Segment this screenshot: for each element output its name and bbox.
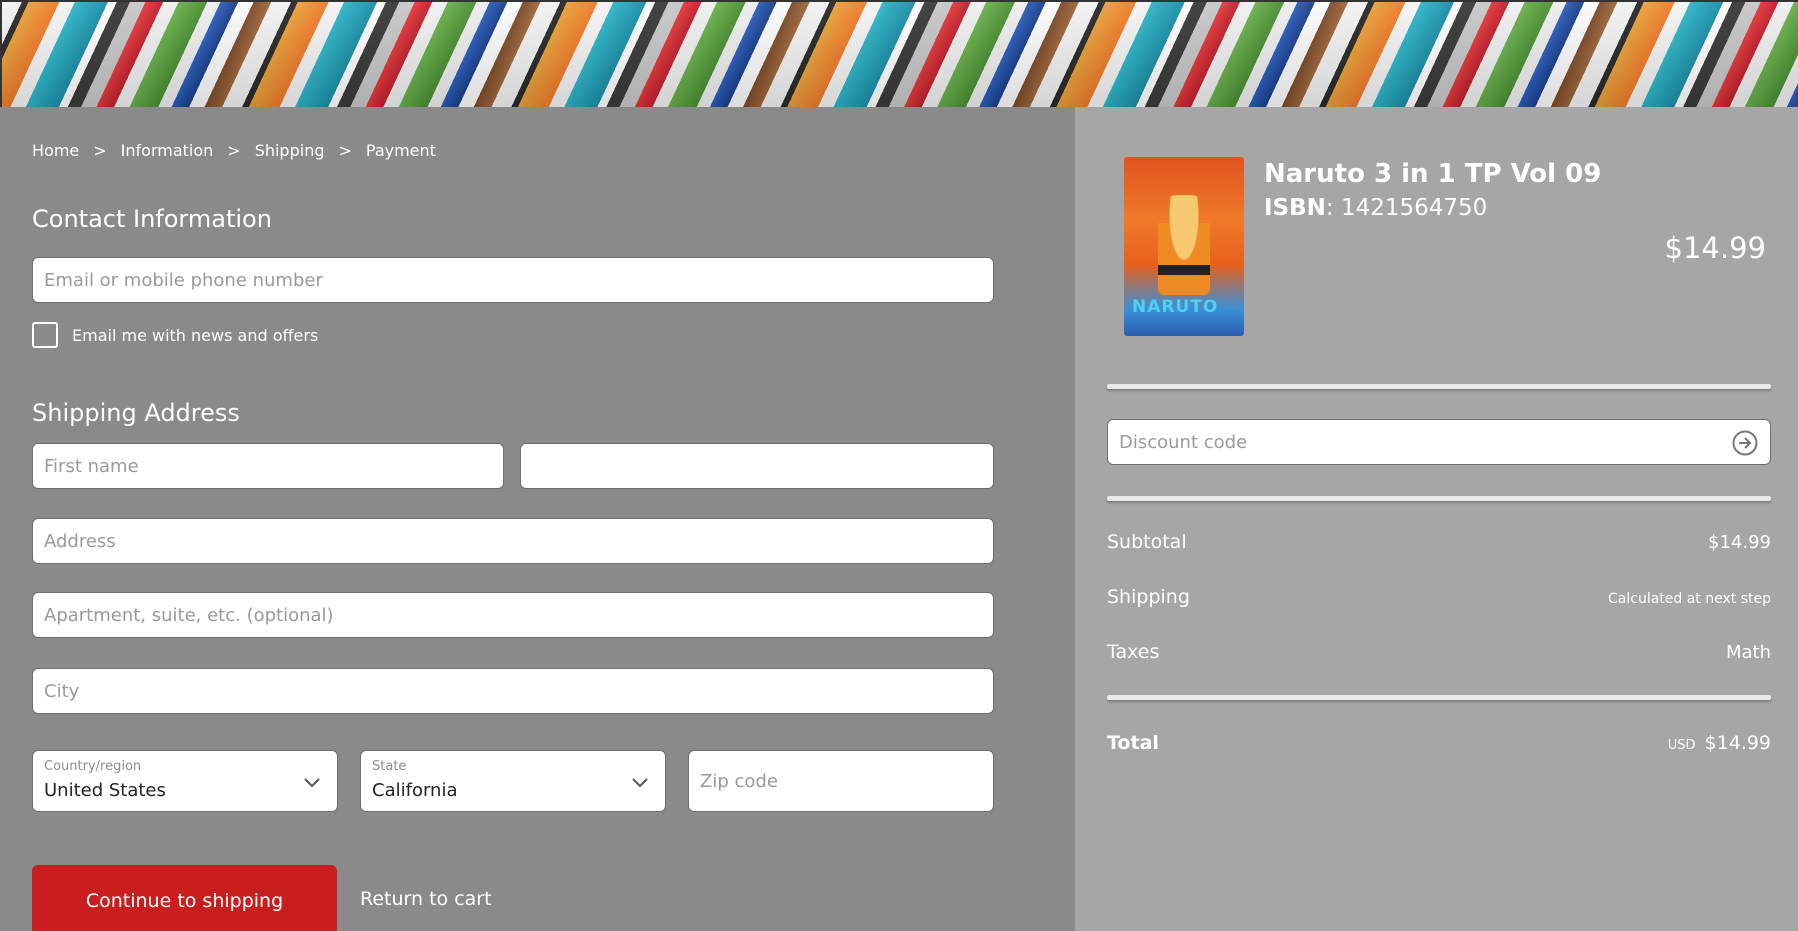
arrow-right-circle-icon[interactable] — [1732, 430, 1758, 456]
state-select-label: State — [372, 759, 407, 774]
apartment-field-wrapper — [32, 592, 994, 638]
total-value: USD $14.99 — [1668, 732, 1771, 754]
taxes-value: Math — [1725, 642, 1771, 663]
last-name-field-wrapper — [520, 443, 994, 489]
divider — [1107, 384, 1771, 389]
checkout-form-panel: Home > Information > Shipping > Payment … — [2, 107, 1075, 931]
total-currency: USD — [1667, 738, 1696, 753]
address-field[interactable] — [44, 519, 993, 563]
breadcrumb-payment[interactable]: Payment — [366, 141, 436, 160]
city-field[interactable] — [44, 669, 993, 713]
header-banner — [0, 0, 1798, 107]
total-row: Total USD $14.99 — [1107, 732, 1771, 754]
total-amount: $14.99 — [1704, 732, 1771, 754]
subtotal-value: $14.99 — [1708, 532, 1771, 553]
state-select[interactable]: State California — [360, 750, 666, 812]
breadcrumb-home[interactable]: Home — [32, 141, 79, 160]
discount-code-field[interactable] — [1119, 431, 1705, 453]
newsletter-option: Email me with news and offers — [32, 322, 318, 348]
shipping-label: Shipping — [1107, 586, 1190, 608]
product-cover-image: NARUTO — [1124, 157, 1244, 336]
chevron-down-icon — [632, 778, 648, 788]
product-title: Naruto 3 in 1 TP Vol 09 — [1264, 159, 1602, 189]
newsletter-checkbox[interactable] — [32, 322, 58, 348]
email-field[interactable] — [44, 258, 993, 302]
return-to-cart-link[interactable]: Return to cart — [360, 888, 492, 910]
taxes-label: Taxes — [1107, 641, 1160, 663]
country-select-label: Country/region — [44, 759, 142, 774]
isbn-label: ISBN — [1264, 195, 1326, 221]
first-name-field-wrapper — [32, 443, 504, 489]
cover-character-figure — [1158, 195, 1210, 295]
state-select-value: California — [372, 780, 458, 801]
shipping-row: Shipping Calculated at next step — [1107, 586, 1771, 608]
city-field-wrapper — [32, 668, 994, 714]
shipping-address-title: Shipping Address — [32, 399, 240, 427]
shipping-value: Calculated at next step — [1608, 591, 1771, 607]
email-field-wrapper — [32, 257, 994, 303]
breadcrumb: Home > Information > Shipping > Payment — [32, 141, 436, 160]
order-summary-panel: NARUTO Naruto 3 in 1 TP Vol 09 ISBN: 142… — [1075, 107, 1798, 931]
divider — [1107, 496, 1771, 501]
breadcrumb-separator: > — [227, 141, 241, 160]
contact-information-title: Contact Information — [32, 205, 272, 233]
taxes-row: Taxes Math — [1107, 641, 1771, 663]
breadcrumb-shipping[interactable]: Shipping — [255, 141, 325, 160]
divider — [1107, 695, 1771, 700]
country-select[interactable]: Country/region United States — [32, 750, 338, 812]
chevron-down-icon — [304, 778, 320, 788]
newsletter-label: Email me with news and offers — [72, 325, 319, 345]
cover-logo: NARUTO — [1132, 297, 1219, 317]
apartment-field[interactable] — [44, 593, 993, 637]
zip-field-wrapper — [688, 750, 994, 812]
last-name-field[interactable] — [532, 444, 993, 488]
breadcrumb-information[interactable]: Information — [121, 141, 214, 160]
product-price: $14.99 — [1664, 231, 1766, 265]
continue-to-shipping-button[interactable]: Continue to shipping — [32, 865, 337, 931]
country-select-value: United States — [44, 780, 166, 801]
first-name-field[interactable] — [44, 444, 503, 488]
address-field-wrapper — [32, 518, 994, 564]
breadcrumb-separator: > — [93, 141, 107, 160]
subtotal-label: Subtotal — [1107, 531, 1187, 553]
discount-field-wrapper — [1107, 419, 1771, 465]
total-label: Total — [1107, 732, 1159, 754]
subtotal-row: Subtotal $14.99 — [1107, 531, 1771, 553]
zip-code-field[interactable] — [700, 751, 993, 811]
product-isbn: ISBN: 1421564750 — [1264, 195, 1487, 221]
isbn-value: : 1421564750 — [1325, 195, 1488, 221]
breadcrumb-separator: > — [338, 141, 352, 160]
